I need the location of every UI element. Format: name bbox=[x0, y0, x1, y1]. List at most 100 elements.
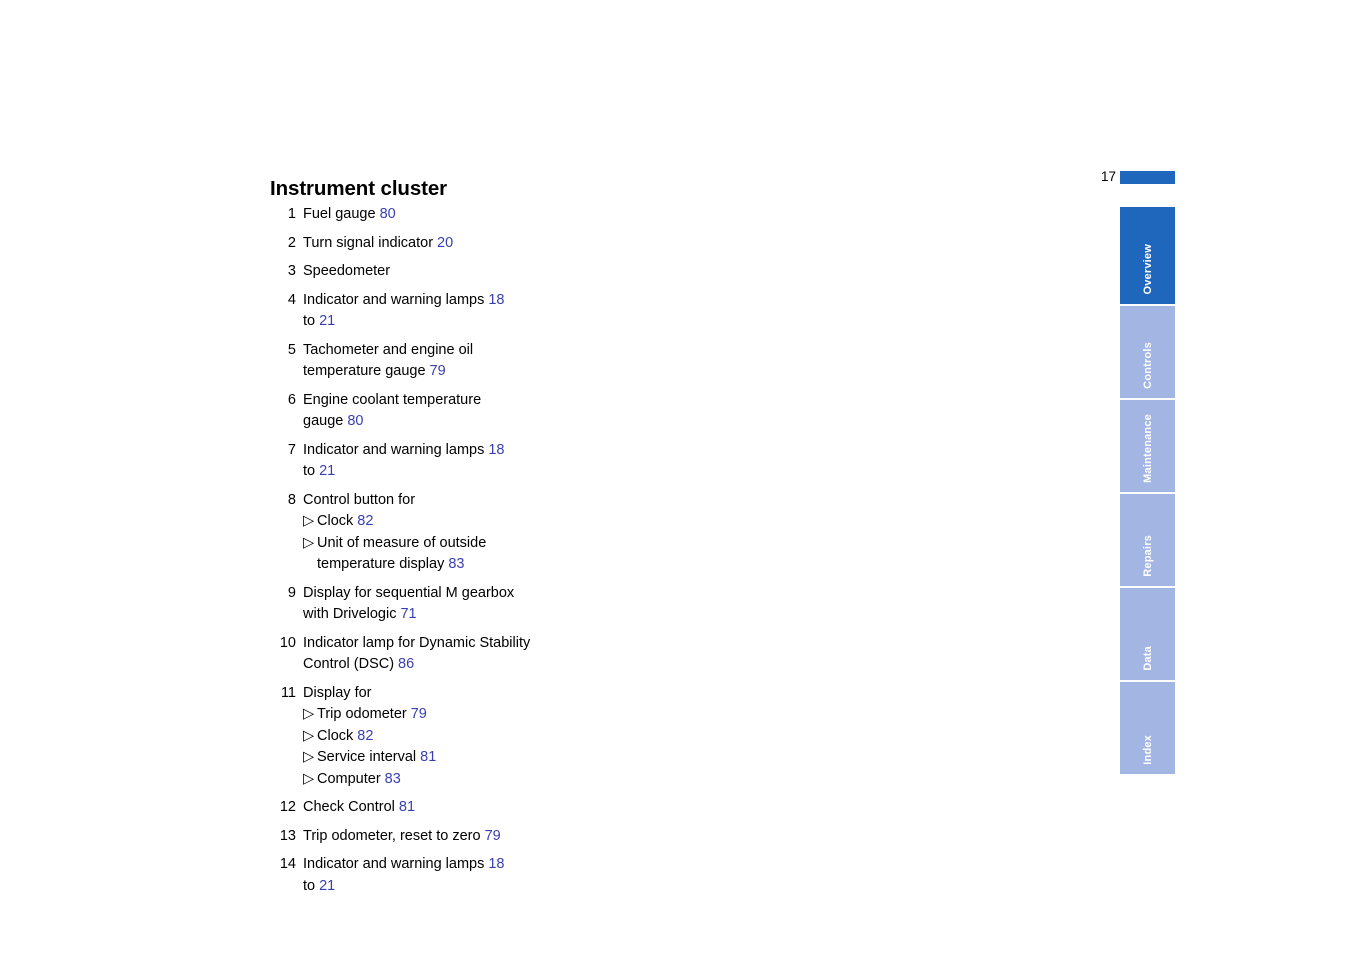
legend-item-body: Display for sequential M gearbox with Dri… bbox=[303, 583, 514, 626]
legend-item: 12 Check Control 81 bbox=[270, 797, 830, 819]
legend-item-label-continuation: Control (DSC) 86 bbox=[303, 654, 530, 676]
legend-item-number: 6 bbox=[287, 391, 296, 408]
section-tab-index[interactable]: Index bbox=[1120, 682, 1175, 774]
page-reference-link[interactable]: 21 bbox=[319, 463, 335, 479]
legend-item: 5 Tachometer and engine oil temperature ga… bbox=[270, 340, 830, 383]
legend-sub-item: ▷ Service interval 81 bbox=[303, 747, 436, 769]
page-reference-link[interactable]: 80 bbox=[380, 206, 396, 222]
legend-item-number: 11 bbox=[280, 684, 296, 701]
legend-item-number: 8 bbox=[287, 491, 296, 508]
legend-item-number: 10 bbox=[279, 634, 296, 651]
legend-item-text: Turn signal indicator bbox=[303, 234, 434, 251]
page-reference-link[interactable]: 71 bbox=[400, 606, 416, 622]
legend-sub-item-text: Clock bbox=[317, 727, 354, 744]
page-reference-link[interactable]: 20 bbox=[437, 235, 453, 251]
section-tab-label-text: Index bbox=[1141, 735, 1154, 765]
page-reference-link[interactable]: 18 bbox=[488, 856, 504, 872]
legend-item-text: Display for sequential M gearbox bbox=[303, 584, 515, 601]
legend-item-number: 4 bbox=[287, 291, 296, 308]
page-reference-link[interactable]: 79 bbox=[411, 706, 427, 722]
page-number-bar bbox=[1120, 171, 1175, 184]
legend-item-text: gauge bbox=[303, 413, 344, 429]
section-tab-label-text: Data bbox=[1141, 646, 1154, 671]
legend-item: 2 Turn signal indicator 20 bbox=[270, 233, 830, 255]
legend-item-label-continuation: to 21 bbox=[303, 311, 505, 333]
section-tab-data[interactable]: Data bbox=[1120, 588, 1175, 680]
legend-item-label: Check Control 81 bbox=[303, 797, 415, 819]
section-tab-label-text: Overview bbox=[1141, 244, 1154, 295]
page-reference-link[interactable]: 83 bbox=[448, 556, 464, 572]
legend-item-number: 2 bbox=[287, 234, 296, 251]
legend-item: 6 Engine coolant temperature gauge 80 bbox=[270, 390, 830, 433]
legend-sub-item: ▷ Clock 82 bbox=[303, 511, 486, 533]
legend-item-number: 3 bbox=[287, 263, 296, 279]
triangle-bullet-icon: ▷ bbox=[303, 513, 315, 529]
section-tab-label: Data bbox=[1120, 646, 1175, 674]
legend-item-text: to bbox=[303, 463, 316, 479]
legend-item-label: Indicator lamp for Dynamic Stability bbox=[303, 633, 530, 655]
page-reference-link[interactable]: 80 bbox=[347, 413, 363, 429]
legend-sub-item: ▷ Computer 83 bbox=[303, 769, 436, 791]
legend-sub-item-continuation: temperature display 83 bbox=[303, 554, 486, 576]
legend-item-label: Indicator and warning lamps 18 bbox=[303, 854, 505, 876]
legend-sub-item: ▷ Clock 82 bbox=[303, 726, 436, 748]
page-number: 17 bbox=[1100, 169, 1116, 184]
legend-sub-item-text: temperature display bbox=[317, 556, 445, 572]
section-tab-repairs[interactable]: Repairs bbox=[1120, 494, 1175, 586]
triangle-bullet-icon: ▷ bbox=[303, 534, 315, 551]
manual-page: Instrument cluster 17 1 Fuel gauge 80 2 Turn… bbox=[0, 0, 1351, 954]
legend-item-text: Display for bbox=[303, 684, 372, 701]
section-tab-label: Repairs bbox=[1120, 535, 1175, 580]
page-reference-link[interactable]: 83 bbox=[385, 771, 401, 787]
legend-item-label-continuation: to 21 bbox=[303, 461, 505, 483]
page-reference-link[interactable]: 79 bbox=[430, 363, 446, 379]
legend-item-label: Tachometer and engine oil bbox=[303, 340, 473, 362]
legend-item-number: 7 bbox=[287, 441, 296, 458]
legend-item-label-continuation: to 21 bbox=[303, 876, 505, 898]
legend-item-body: Indicator and warning lamps 18 to 21 bbox=[303, 290, 505, 333]
legend-item-body: Display for ▷ Trip odometer 79 ▷ Clock 82 ▷ Serv… bbox=[303, 683, 436, 791]
legend-item-label: Indicator and warning lamps 18 bbox=[303, 290, 505, 312]
page-reference-link[interactable]: 81 bbox=[399, 799, 415, 815]
legend-item-body: Speedometer bbox=[303, 261, 390, 283]
legend-item: 1 Fuel gauge 80 bbox=[270, 204, 830, 226]
section-tab-controls[interactable]: Controls bbox=[1120, 306, 1175, 398]
legend-item-label: Fuel gauge 80 bbox=[303, 204, 396, 226]
legend-item-number: 1 bbox=[287, 206, 296, 222]
legend-item-body: Indicator and warning lamps 18 to 21 bbox=[303, 440, 505, 483]
legend-item-body: Tachometer and engine oil temperature gau… bbox=[303, 340, 473, 383]
page-reference-link[interactable]: 82 bbox=[357, 513, 373, 529]
legend-item-text: Indicator and warning lamps bbox=[303, 856, 485, 872]
legend-item-text: with Drivelogic bbox=[303, 606, 397, 622]
legend-item: 14 Indicator and warning lamps 18 to 21 bbox=[270, 854, 830, 897]
legend-item: 11 Display for ▷ Trip odometer 79 ▷ Clock 82 ▷ Se… bbox=[270, 683, 830, 791]
legend-sub-item-text: Computer bbox=[317, 770, 381, 787]
page-reference-link[interactable]: 86 bbox=[398, 656, 414, 672]
legend-item: 4 Indicator and warning lamps 18 to 21 bbox=[270, 290, 830, 333]
page-reference-link[interactable]: 82 bbox=[357, 728, 373, 744]
section-tab-maintenance[interactable]: Maintenance bbox=[1120, 400, 1175, 492]
triangle-bullet-icon: ▷ bbox=[303, 706, 315, 722]
legend-sub-item-text: Clock bbox=[317, 513, 354, 529]
legend-item-body: Fuel gauge 80 bbox=[303, 204, 396, 226]
page-reference-link[interactable]: 79 bbox=[485, 828, 501, 844]
page-reference-link[interactable]: 18 bbox=[488, 292, 504, 308]
legend-item-text: to bbox=[303, 313, 316, 329]
legend-item-body: Check Control 81 bbox=[303, 797, 415, 819]
section-tab-overview[interactable]: Overview bbox=[1120, 207, 1175, 304]
legend-item-number: 13 bbox=[279, 827, 296, 844]
legend-item-body: Trip odometer, reset to zero 79 bbox=[303, 826, 501, 848]
section-tab-label: Maintenance bbox=[1120, 414, 1175, 486]
page-reference-link[interactable]: 21 bbox=[319, 878, 335, 894]
page-reference-link[interactable]: 81 bbox=[420, 749, 436, 765]
legend-item-text: Speedometer bbox=[303, 263, 391, 279]
page-reference-link[interactable]: 21 bbox=[319, 313, 335, 329]
legend-item-label: Indicator and warning lamps 18 bbox=[303, 440, 505, 462]
legend-item-text: Control button for bbox=[303, 491, 416, 508]
page-reference-link[interactable]: 18 bbox=[488, 442, 504, 458]
legend-item: 3 Speedometer bbox=[270, 261, 830, 283]
legend-item-label: Speedometer bbox=[303, 261, 390, 283]
triangle-bullet-icon: ▷ bbox=[303, 749, 315, 765]
legend-item-body: Engine coolant temperature gauge 80 bbox=[303, 390, 481, 433]
legend-item-text: Indicator lamp for Dynamic Stability bbox=[303, 634, 531, 651]
